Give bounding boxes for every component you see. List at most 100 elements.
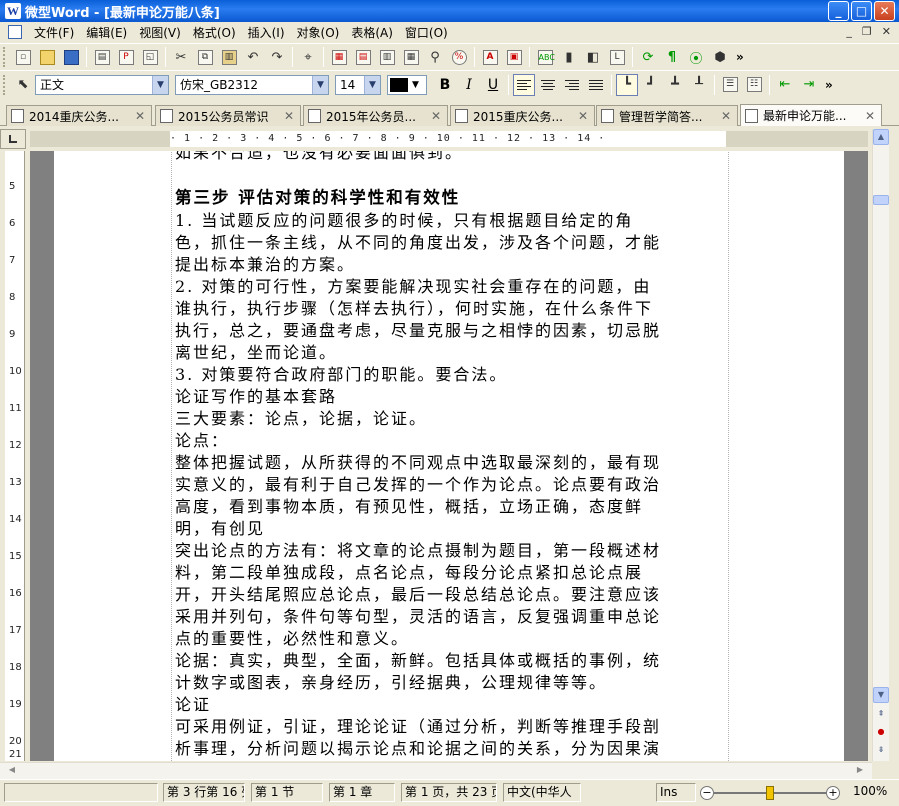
spell-check-icon[interactable]: ABC: [534, 46, 556, 68]
scroll-left-icon[interactable]: ◀: [4, 763, 20, 779]
insert-table-icon[interactable]: ▤: [352, 46, 374, 68]
scroll-up-icon[interactable]: ▲: [873, 129, 889, 145]
toolbar-grip[interactable]: [3, 74, 7, 95]
paste-icon[interactable]: ▥: [218, 46, 240, 68]
frame-icon[interactable]: L: [606, 46, 628, 68]
symbol-icon[interactable]: %: [448, 46, 470, 68]
minimize-button[interactable]: _: [828, 1, 849, 21]
menu-object[interactable]: 对象(O): [291, 24, 346, 41]
redo-icon[interactable]: ↷: [266, 46, 288, 68]
italic-button[interactable]: I: [458, 74, 480, 96]
increase-indent-icon[interactable]: ⇥: [798, 74, 820, 96]
document-tab-active[interactable]: 最新申论万能... ✕: [740, 104, 882, 126]
chart-icon[interactable]: ▮: [558, 46, 580, 68]
close-tab-icon[interactable]: ✕: [429, 109, 443, 123]
document-icon[interactable]: [8, 25, 22, 39]
browse-object-icon[interactable]: ●: [873, 725, 889, 741]
zoom-icon[interactable]: ⚲: [424, 46, 446, 68]
style-tool-icon[interactable]: ¶: [661, 46, 683, 68]
document-tab[interactable]: 2015年公务员... ✕: [303, 105, 448, 126]
chevron-down-icon[interactable]: ▼: [412, 80, 419, 90]
justify-button[interactable]: [585, 74, 607, 96]
chevron-down-icon[interactable]: ▼: [312, 75, 328, 94]
bulleted-list-icon[interactable]: ☷: [743, 74, 765, 96]
find-binoculars-icon[interactable]: ⌖: [297, 46, 319, 68]
menu-view[interactable]: 视图(V): [133, 24, 187, 41]
document-tab[interactable]: 2015重庆公务... ✕: [450, 105, 595, 126]
zoom-in-icon[interactable]: +: [826, 786, 840, 800]
close-tab-icon[interactable]: ✕: [133, 109, 147, 123]
numbered-list-icon[interactable]: ☰: [719, 74, 741, 96]
document-area[interactable]: 如果不合适，也没有必要面面俱到。 第三步 评估对策的科学性和有效性 1. 当试题…: [30, 151, 868, 761]
bold-button[interactable]: B: [434, 74, 456, 96]
document-text[interactable]: 如果不合适，也没有必要面面俱到。 第三步 评估对策的科学性和有效性 1. 当试题…: [175, 151, 720, 760]
document-page[interactable]: 如果不合适，也没有必要面面俱到。 第三步 评估对策的科学性和有效性 1. 当试题…: [54, 151, 844, 761]
font-size-select[interactable]: 14 ▼: [335, 74, 381, 95]
toolbar-overflow-icon[interactable]: »: [825, 78, 833, 92]
cut-icon[interactable]: ✂: [170, 46, 192, 68]
print-preview-icon[interactable]: ◱: [139, 46, 161, 68]
valign-top-icon[interactable]: ┗: [616, 73, 638, 96]
pdf-export-icon[interactable]: P: [115, 46, 137, 68]
menu-table[interactable]: 表格(A): [345, 24, 399, 41]
scroll-right-icon[interactable]: ▶: [852, 763, 868, 779]
valign-bottom-icon[interactable]: ┛: [640, 74, 662, 96]
zoom-out-icon[interactable]: −: [700, 786, 714, 800]
close-tab-icon[interactable]: ✕: [863, 109, 877, 123]
valign-center-icon[interactable]: ┻: [664, 74, 686, 96]
tab-stop-selector[interactable]: [0, 129, 26, 149]
align-left-button[interactable]: [513, 73, 535, 96]
scroll-down-icon[interactable]: ▼: [873, 687, 889, 703]
chevron-down-icon[interactable]: ▼: [152, 75, 168, 94]
doc-close-icon[interactable]: ✕: [882, 25, 891, 38]
format-painter-icon[interactable]: ⦿: [685, 46, 707, 68]
valign-justify-icon[interactable]: ┸: [688, 74, 710, 96]
open-folder-icon[interactable]: [36, 46, 58, 68]
print-icon[interactable]: ▤: [91, 46, 113, 68]
maximize-button[interactable]: □: [851, 1, 872, 21]
underline-button[interactable]: U: [482, 74, 504, 96]
box-3d-icon[interactable]: ⬢: [709, 46, 731, 68]
doc-minimize-icon[interactable]: _: [846, 25, 852, 38]
toolbar-overflow-icon[interactable]: »: [736, 50, 744, 64]
zoom-knob[interactable]: [766, 786, 774, 800]
menu-window[interactable]: 窗口(O): [399, 24, 454, 41]
menu-insert[interactable]: 插入(I): [242, 24, 291, 41]
document-tab[interactable]: 2015公务员常识 ✕: [155, 105, 301, 126]
page-layout-icon[interactable]: ▦: [328, 46, 350, 68]
doc-restore-icon[interactable]: ❐: [862, 25, 872, 38]
close-button[interactable]: ✕: [874, 1, 895, 21]
document-tab[interactable]: 2014重庆公务... ✕: [6, 105, 152, 126]
insert-frame-icon[interactable]: ▣: [503, 46, 525, 68]
copy-icon[interactable]: ⧉: [194, 46, 216, 68]
status-insert-mode[interactable]: Ins: [656, 783, 696, 802]
vertical-scrollbar[interactable]: ▲ ▼ ⇞ ● ⇟: [872, 129, 889, 761]
close-tab-icon[interactable]: ✕: [576, 109, 590, 123]
scroll-thumb[interactable]: [873, 195, 889, 205]
object-icon[interactable]: ◧: [582, 46, 604, 68]
font-select[interactable]: 仿宋_GB2312 ▼: [175, 74, 329, 95]
align-right-button[interactable]: [561, 74, 583, 96]
previous-page-icon[interactable]: ⇞: [873, 707, 889, 723]
vertical-ruler[interactable]: 5 6 7 8 9 10 11 12 13 14 15 16 17 18 19 …: [5, 151, 25, 761]
next-page-icon[interactable]: ⇟: [873, 743, 889, 759]
style-select[interactable]: 正文 ▼: [35, 74, 169, 95]
menu-file[interactable]: 文件(F): [28, 24, 80, 41]
columns-icon[interactable]: ▥: [376, 46, 398, 68]
chevron-down-icon[interactable]: ▼: [364, 75, 380, 94]
font-color-picker[interactable]: ▼: [387, 74, 427, 95]
decrease-indent-icon[interactable]: ⇤: [774, 74, 796, 96]
align-center-button[interactable]: [537, 74, 559, 96]
document-map-icon[interactable]: ▦: [400, 46, 422, 68]
horizontal-scrollbar[interactable]: ◀ ▶: [0, 762, 872, 779]
document-tab[interactable]: 管理哲学简答... ✕: [596, 105, 738, 126]
toolbar-grip[interactable]: [3, 47, 7, 67]
close-tab-icon[interactable]: ✕: [282, 109, 296, 123]
save-icon[interactable]: [60, 46, 82, 68]
insert-text-icon[interactable]: A: [479, 46, 501, 68]
pointer-select-icon[interactable]: ⬉: [12, 74, 34, 96]
undo-icon[interactable]: ↶: [242, 46, 264, 68]
menu-edit[interactable]: 编辑(E): [80, 24, 133, 41]
menu-format[interactable]: 格式(O): [187, 24, 242, 41]
new-document-icon[interactable]: ▫: [12, 46, 34, 68]
